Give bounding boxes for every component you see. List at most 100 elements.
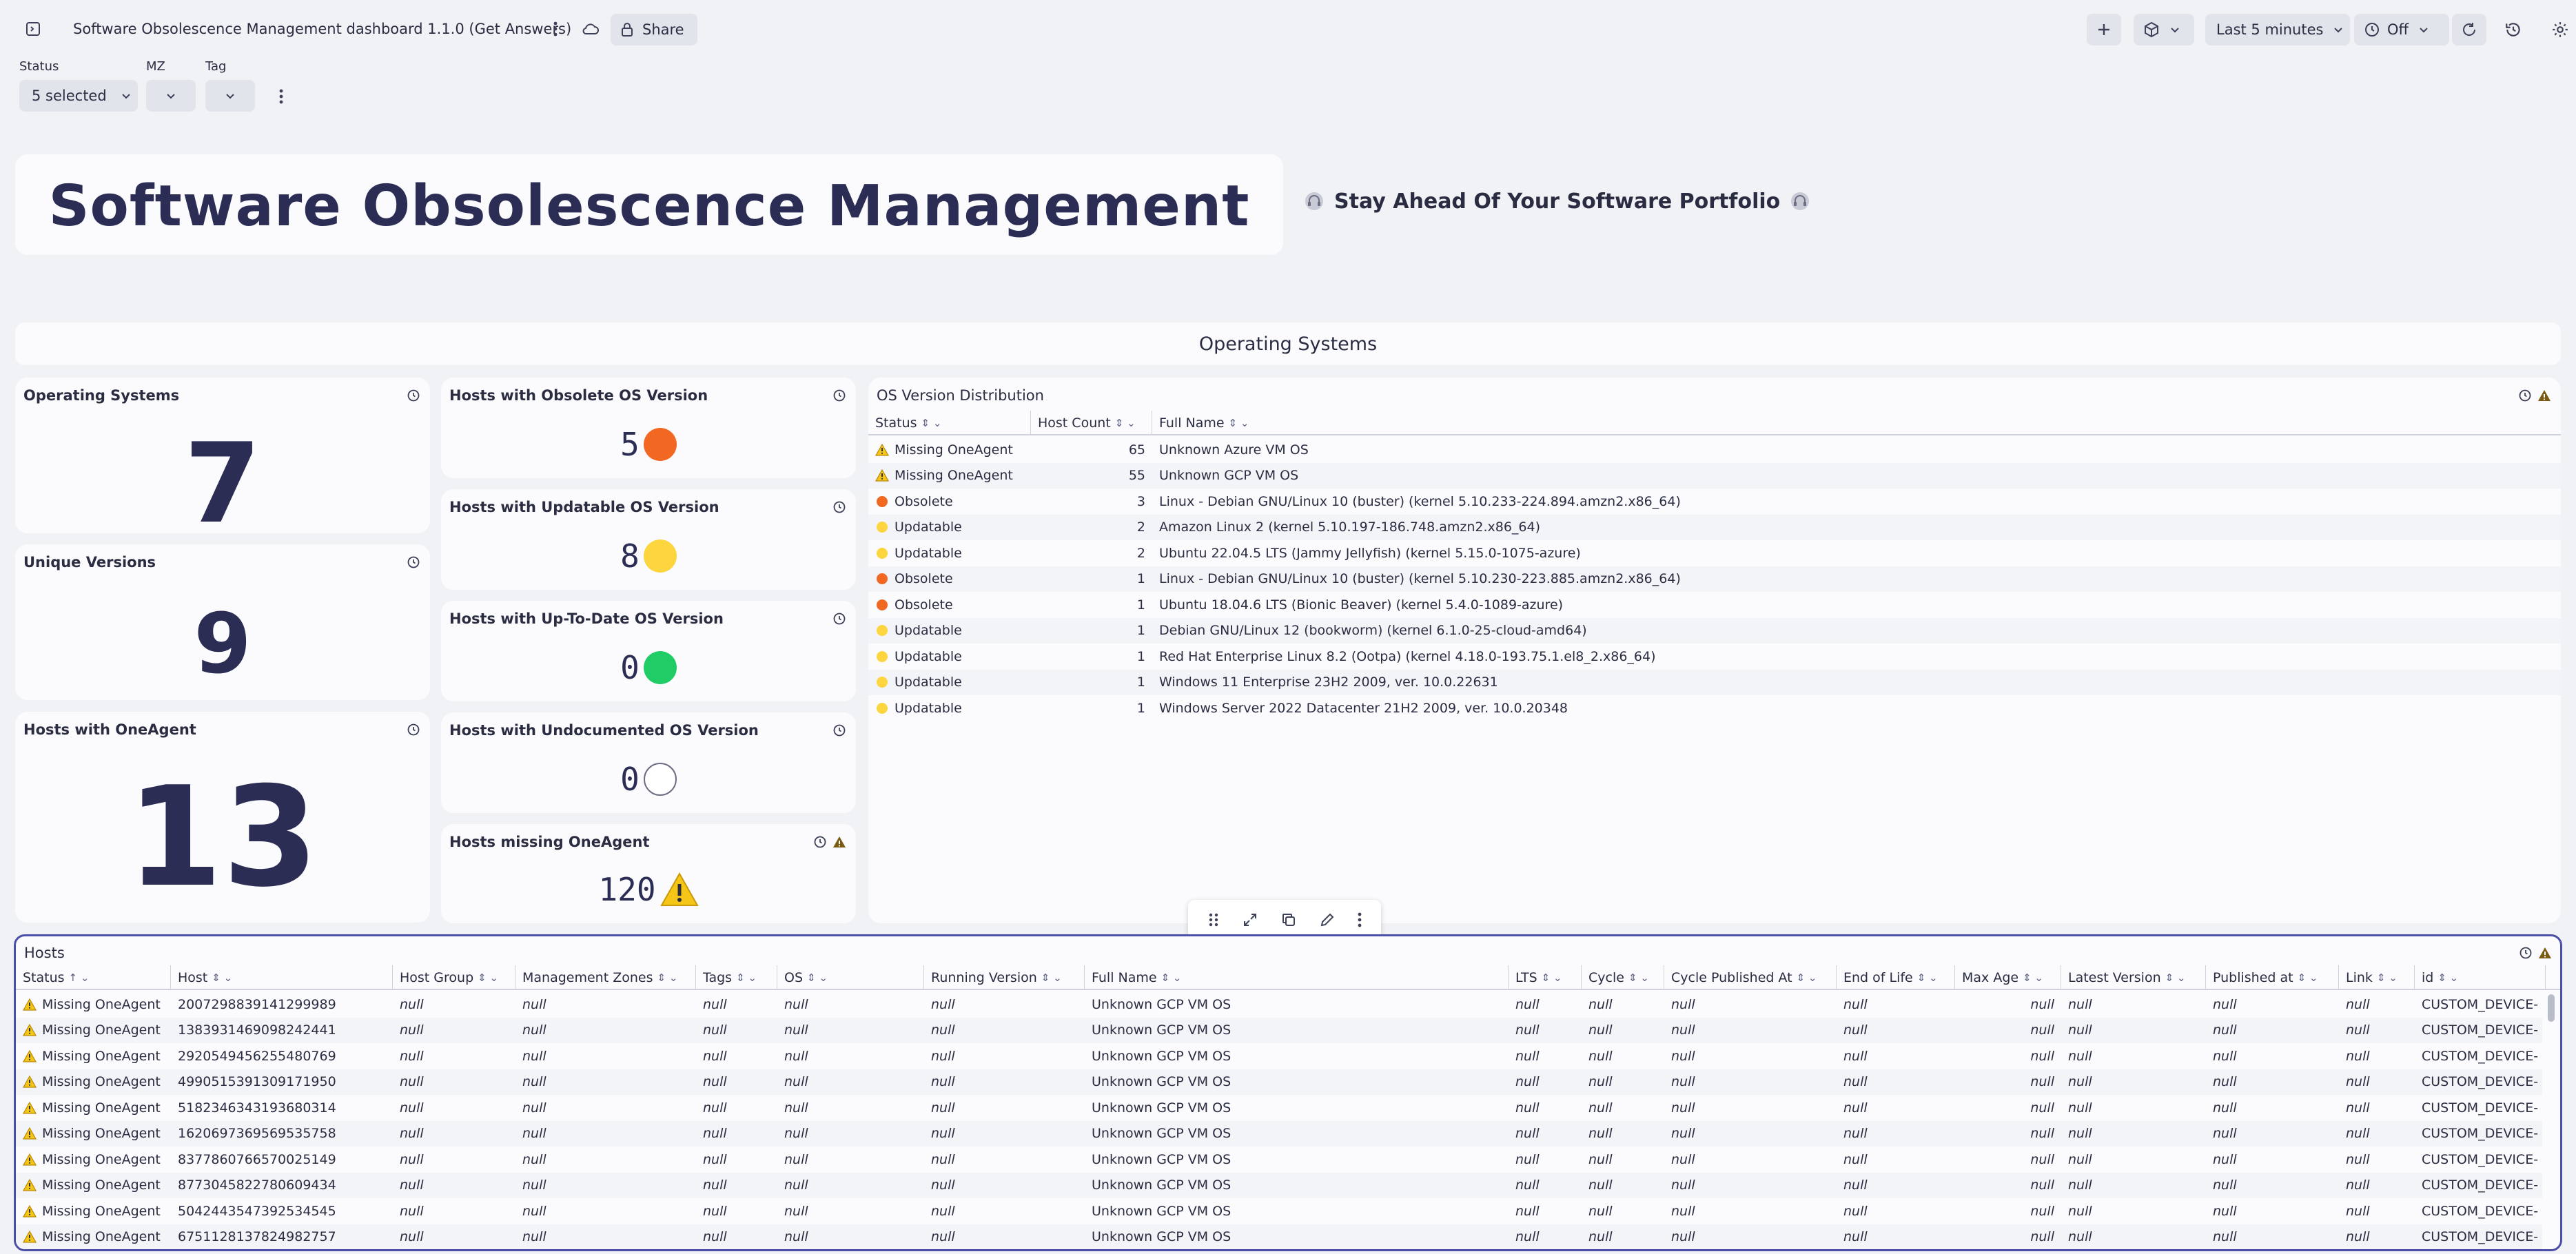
sort-icon[interactable]: ⇕ ⌄	[736, 972, 757, 984]
end-of-life-cell: null	[1843, 996, 1868, 1012]
filter-tag-label: Tag	[205, 59, 227, 74]
column-header-cycle-published-at[interactable]: Cycle Published At ⇕ ⌄	[1664, 965, 1837, 990]
table-row[interactable]: Missing OneAgent 2007298839141299989 null n…	[16, 991, 2542, 1018]
column-header-os[interactable]: OS ⇕ ⌄	[777, 965, 924, 990]
column-header-full-name[interactable]: Full Name ⇕ ⌄	[1085, 965, 1509, 990]
table-row[interactable]: Missing OneAgent 8377860766570025149 null n…	[16, 1147, 2542, 1173]
sidebar-toggle-icon[interactable]	[23, 19, 43, 39]
sort-icon[interactable]: ⇕ ⌄	[1115, 417, 1136, 429]
column-header-latest-version[interactable]: Latest Version ⇕ ⌄	[2061, 965, 2206, 990]
sort-icon[interactable]: ⇕ ⌄	[1917, 972, 1938, 984]
column-header-published-at[interactable]: Published at ⇕ ⌄	[2206, 965, 2339, 990]
column-header-full-name[interactable]: Full Name ⇕ ⌄	[1152, 411, 2561, 435]
sort-icon[interactable]: ⇕ ⌄	[1797, 972, 1817, 984]
table-row[interactable]: Missing OneAgent 2920549456255480769 null n…	[16, 1043, 2542, 1069]
sort-icon[interactable]: ⇕ ⌄	[2165, 972, 2186, 984]
vertical-scrollbar[interactable]	[2548, 994, 2555, 1022]
auto-refresh-selector[interactable]: Off	[2354, 14, 2449, 45]
os-table-row[interactable]: Updatable 1 Windows Server 2022 Datacenter…	[868, 695, 2561, 721]
column-header-host-count[interactable]: Host Count ⇕ ⌄	[1031, 411, 1152, 435]
sort-icon[interactable]: ↑ ⌄	[69, 972, 90, 984]
column-header-id[interactable]: id ⇕ ⌄	[2415, 965, 2546, 990]
duplicate-icon[interactable]	[1280, 912, 1297, 928]
timeframe-selector[interactable]: Last 5 minutes	[2205, 14, 2350, 45]
sort-icon[interactable]: ⇕ ⌄	[1041, 972, 1062, 984]
table-row[interactable]: Missing OneAgent 1383931469098242441 null n…	[16, 1017, 2542, 1043]
column-header-max-age[interactable]: Max Age ⇕ ⌄	[1955, 965, 2061, 990]
refresh-button[interactable]	[2452, 14, 2486, 45]
os-table-row[interactable]: Missing OneAgent 55 Unknown GCP VM OS	[868, 462, 2561, 489]
os-table-row[interactable]: Obsolete 1 Linux - Debian GNU/Linux 10 (bu…	[868, 566, 2561, 592]
tile-unique-versions[interactable]: Unique Versions 9	[15, 544, 430, 700]
segments-button[interactable]	[2134, 14, 2194, 45]
table-row[interactable]: Missing OneAgent 5182346343193680314 null n…	[16, 1095, 2542, 1121]
tile-hosts-with-oneagent[interactable]: Hosts with OneAgent 13	[15, 712, 430, 923]
sort-icon[interactable]: ⇕ ⌄	[807, 972, 828, 984]
edit-pencil-icon[interactable]	[1319, 912, 1336, 928]
kpi-value: 0	[620, 761, 640, 798]
column-header-running-version[interactable]: Running Version ⇕ ⌄	[924, 965, 1085, 990]
hosts-tile[interactable]: Hosts Status ↑ ⌄ Host ⇕ ⌄ Host Group ⇕ ⌄ Manag…	[14, 934, 2562, 1251]
settings-gear-icon[interactable]	[2550, 19, 2570, 40]
tile-missing-oneagent[interactable]: Hosts missing OneAgent 120	[441, 824, 856, 923]
sort-icon[interactable]: ⇕ ⌄	[921, 417, 942, 429]
undocumented-status-dot	[643, 763, 677, 796]
sort-icon[interactable]: ⇕ ⌄	[2437, 972, 2458, 984]
filter-tag-select[interactable]	[205, 80, 255, 112]
os-table-row[interactable]: Missing OneAgent 65 Unknown Azure VM OS	[868, 437, 2561, 463]
more-options-icon[interactable]	[547, 19, 564, 39]
os-version-distribution-tile[interactable]: OS Version Distribution Status ⇕ ⌄ Host C…	[868, 378, 2561, 923]
sort-icon[interactable]: ⇕ ⌄	[1542, 972, 1562, 984]
sort-icon[interactable]: ⇕ ⌄	[2023, 972, 2043, 984]
filter-more-icon[interactable]	[274, 87, 288, 106]
os-table-row[interactable]: Updatable 1 Red Hat Enterprise Linux 8.2 (…	[868, 644, 2561, 670]
tile-undocumented-os[interactable]: Hosts with Undocumented OS Version 0	[441, 712, 856, 813]
column-header-host[interactable]: Host ⇕ ⌄	[171, 965, 393, 990]
sort-icon[interactable]: ⇕ ⌄	[657, 972, 677, 984]
status-cell: Updatable	[868, 644, 1031, 670]
tile-uptodate-os[interactable]: Hosts with Up-To-Date OS Version 0	[441, 601, 856, 701]
table-row[interactable]: Missing OneAgent 1620697369569535758 null n…	[16, 1120, 2542, 1147]
os-table-row[interactable]: Updatable 1 Debian GNU/Linux 12 (bookworm)…	[868, 617, 2561, 644]
tile-updatable-os[interactable]: Hosts with Updatable OS Version 8	[441, 489, 856, 590]
running-version-cell: null	[931, 1022, 955, 1038]
add-tile-button[interactable]	[2087, 14, 2121, 45]
sort-icon[interactable]: ⇕ ⌄	[1229, 417, 1249, 429]
os-table-row[interactable]: Updatable 2 Amazon Linux 2 (kernel 5.10.19…	[868, 514, 2561, 540]
tile-obsolete-os[interactable]: Hosts with Obsolete OS Version 5	[441, 378, 856, 478]
column-header-management-zones[interactable]: Management Zones ⇕ ⌄	[515, 965, 696, 990]
sort-icon[interactable]: ⇕ ⌄	[2298, 972, 2318, 984]
column-header-lts[interactable]: LTS ⇕ ⌄	[1509, 965, 1582, 990]
expand-icon[interactable]	[1242, 912, 1258, 928]
sort-icon[interactable]: ⇕ ⌄	[1161, 972, 1182, 984]
column-header-status[interactable]: Status ⇕ ⌄	[868, 411, 1031, 435]
column-header-cycle[interactable]: Cycle ⇕ ⌄	[1582, 965, 1664, 990]
share-button[interactable]: Share	[611, 14, 697, 45]
column-header-status[interactable]: Status ↑ ⌄	[16, 965, 171, 990]
tile-operating-systems[interactable]: Operating Systems 7	[15, 378, 430, 548]
os-table-row[interactable]: Updatable 2 Ubuntu 22.04.5 LTS (Jammy Jell…	[868, 540, 2561, 566]
column-header-end-of-life[interactable]: End of Life ⇕ ⌄	[1837, 965, 1955, 990]
sort-icon[interactable]: ⇕ ⌄	[478, 972, 498, 984]
filter-status-select[interactable]: 5 selected	[19, 80, 138, 112]
table-row[interactable]: Missing OneAgent 4990515391309171950 null n…	[16, 1069, 2542, 1095]
drag-handle-icon[interactable]	[1207, 912, 1220, 928]
cloud-sync-icon[interactable]	[580, 19, 601, 39]
table-row[interactable]: Missing OneAgent 6751128137824982757 null n…	[16, 1224, 2542, 1249]
table-row[interactable]: Missing OneAgent 5042443547392534545 null n…	[16, 1198, 2542, 1224]
column-header-tags[interactable]: Tags ⇕ ⌄	[696, 965, 777, 990]
os-table-row[interactable]: Obsolete 3 Linux - Debian GNU/Linux 10 (bu…	[868, 489, 2561, 515]
host-cell: 5182346343193680314	[178, 1100, 336, 1116]
sort-icon[interactable]: ⇕ ⌄	[1628, 972, 1649, 984]
more-options-icon[interactable]	[1358, 912, 1362, 928]
sort-icon[interactable]: ⇕ ⌄	[2377, 972, 2398, 984]
column-header-link[interactable]: Link ⇕ ⌄	[2339, 965, 2415, 990]
os-table-row[interactable]: Updatable 1 Windows 11 Enterprise 23H2 200…	[868, 669, 2561, 695]
os-table-row[interactable]: Obsolete 1 Ubuntu 18.04.6 LTS (Bionic Beav…	[868, 592, 2561, 618]
filter-mz-select[interactable]	[146, 80, 196, 112]
full-name-cell: Unknown GCP VM OS	[1092, 1074, 1231, 1090]
history-icon[interactable]	[2503, 19, 2524, 40]
column-header-host-group[interactable]: Host Group ⇕ ⌄	[393, 965, 515, 990]
sort-icon[interactable]: ⇕ ⌄	[212, 972, 232, 984]
table-row[interactable]: Missing OneAgent 8773045822780609434 null n…	[16, 1172, 2542, 1198]
